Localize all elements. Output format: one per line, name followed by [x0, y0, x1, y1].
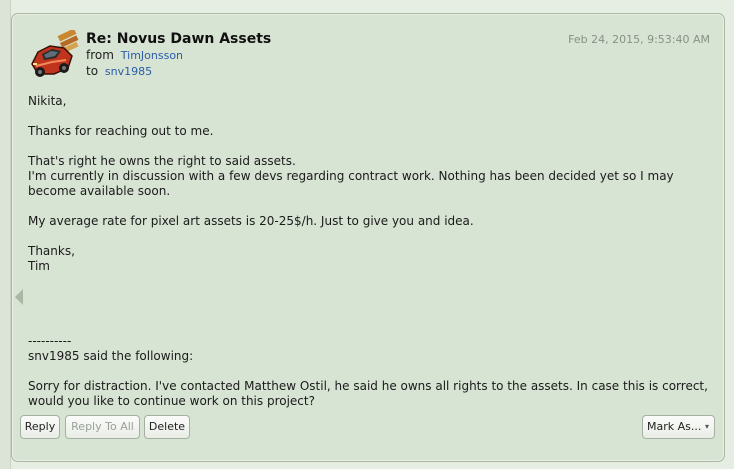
body-paragraph: I'm currently in discussion with a few d… [28, 169, 674, 198]
to-label: to [86, 64, 99, 78]
from-label: from [86, 48, 114, 62]
quoted-message: ---------- snv1985 said the following: S… [28, 334, 708, 424]
body-paragraph: That's right he owns the right to said a… [28, 154, 296, 168]
from-line: from TimJonsson [86, 48, 183, 62]
to-line: to snv1985 [86, 64, 152, 78]
message-body: Nikita, Thanks for reaching out to me. T… [28, 94, 708, 274]
mark-as-dropdown[interactable]: Mark As... ▾ [642, 415, 715, 439]
message-view: Re: Novus Dawn Assets from TimJonsson to… [0, 0, 734, 469]
message-timestamp: Feb 24, 2015, 9:53:40 AM [568, 33, 710, 46]
body-paragraph: Thanks for reaching out to me. [28, 124, 214, 138]
signature: Tim [28, 259, 50, 273]
reply-to-all-button[interactable]: Reply To All [65, 415, 140, 439]
message-card: Re: Novus Dawn Assets from TimJonsson to… [11, 13, 725, 462]
card-pointer [15, 289, 23, 305]
greeting: Nikita, [28, 94, 67, 108]
quote-separator: ---------- [28, 334, 72, 348]
reply-button[interactable]: Reply [20, 415, 60, 439]
sidebar-edge [0, 0, 11, 469]
chevron-down-icon: ▾ [704, 422, 709, 431]
body-paragraph: My average rate for pixel art assets is … [28, 214, 474, 228]
signoff: Thanks, [28, 244, 75, 258]
sender-link[interactable]: TimJonsson [121, 49, 183, 62]
red-race-car-avatar-icon [31, 30, 79, 77]
quote-header: snv1985 said the following: [28, 349, 194, 363]
message-subject: Re: Novus Dawn Assets [86, 31, 272, 47]
mark-as-label: Mark As... [647, 420, 702, 433]
quote-text: Sorry for distraction. I've contacted Ma… [28, 379, 708, 408]
recipient-link[interactable]: snv1985 [105, 65, 152, 78]
delete-button[interactable]: Delete [144, 415, 190, 439]
